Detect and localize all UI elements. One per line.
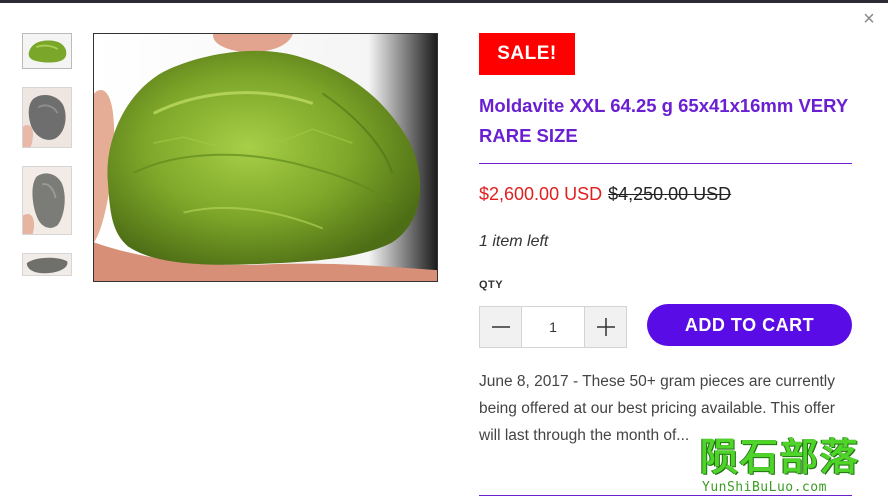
thumbnail-2[interactable] [22,87,72,148]
thumbnail-1[interactable] [22,33,72,69]
thumbnail-4[interactable] [22,253,72,276]
main-product-image[interactable] [93,33,438,282]
close-icon[interactable]: × [860,8,878,30]
compare-price: $4,250.00 USD [608,184,732,204]
add-to-cart-button[interactable]: ADD TO CART [647,304,852,346]
quantity-stepper [479,306,627,348]
sale-badge: SALE! [479,33,575,75]
qty-minus-button[interactable] [480,307,522,347]
quantity-input[interactable] [522,307,584,347]
divider [479,163,852,164]
price-row: $2,600.00 USD $4,250.00 USD [479,184,731,205]
thumbnail-3[interactable] [22,166,72,235]
top-bar [0,0,888,3]
plus-icon [596,318,615,336]
stock-status: 1 item left [479,233,549,250]
qty-label: QTY [479,279,504,291]
sale-price: $2,600.00 USD [479,184,603,204]
qty-plus-button[interactable] [584,307,626,347]
watermark-latin: YunShiBuLuo.com [702,480,827,495]
divider [479,495,852,496]
minus-icon [491,326,510,328]
product-description: June 8, 2017 - These 50+ gram pieces are… [479,373,835,444]
product-title[interactable]: Moldavite XXL 64.25 g 65x41x16mm VERY RA… [479,91,849,151]
